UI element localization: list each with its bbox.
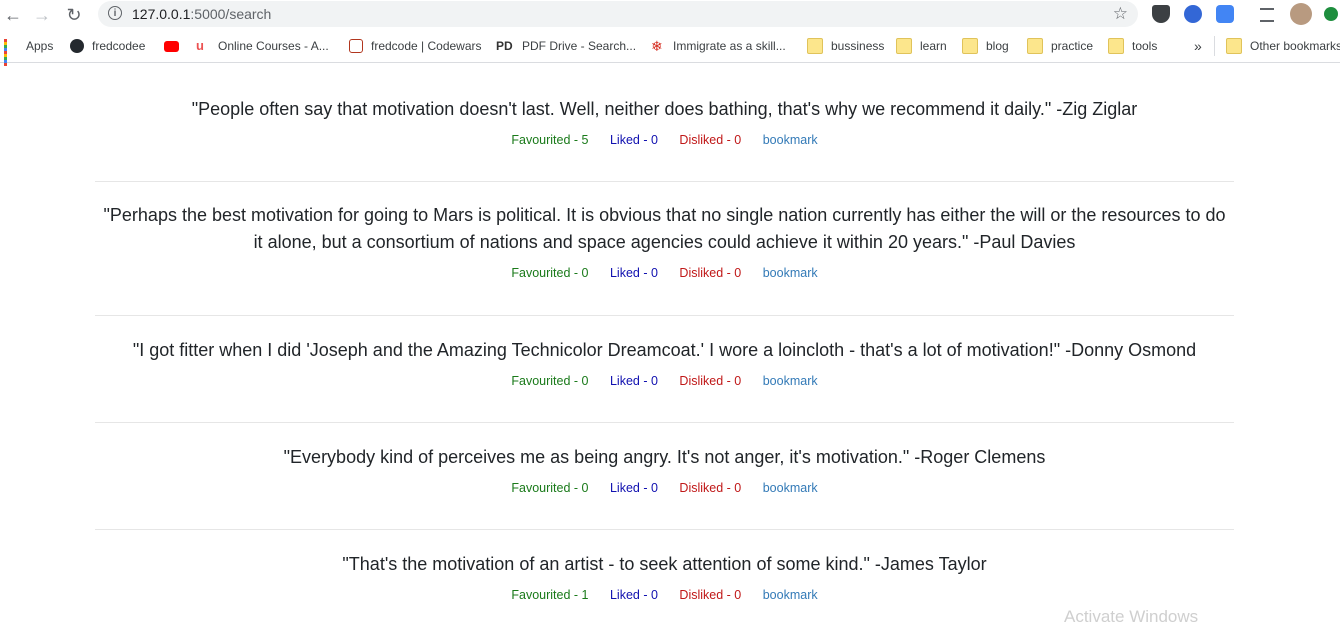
activate-windows-watermark: Activate Windows xyxy=(1064,607,1199,626)
quote-card: "That's the motivation of an artist - to… xyxy=(95,551,1234,602)
quote-text: "I got fitter when I did 'Joseph and the… xyxy=(132,340,1197,360)
bookmark-link[interactable]: bookmark xyxy=(763,588,818,602)
apps-grid-icon xyxy=(4,39,18,66)
bookmark-star-icon[interactable]: ☆ xyxy=(1113,4,1128,24)
quote-text: "Perhaps the best motivation for going t… xyxy=(103,205,1226,252)
folder-icon xyxy=(807,38,823,54)
liked-count[interactable]: Liked - 0 xyxy=(610,133,658,147)
folder-icon xyxy=(1108,38,1124,54)
info-icon[interactable]: i xyxy=(108,6,122,20)
liked-count[interactable]: Liked - 0 xyxy=(610,481,658,495)
disliked-count[interactable]: Disliked - 0 xyxy=(679,266,741,280)
quote-card: "Everybody kind of perceives me as being… xyxy=(95,444,1234,495)
codewars-icon xyxy=(349,39,363,53)
address-bar[interactable]: i 127.0.0.1:5000/search ☆ xyxy=(98,1,1138,27)
quote-stats: Favourited - 0 Liked - 0 Disliked - 0 bo… xyxy=(95,374,1234,388)
bookmark-label: bussiness xyxy=(831,39,885,53)
bookmark-label: fredcodee xyxy=(92,39,146,53)
bookmark-label: tools xyxy=(1132,39,1158,53)
bookmark-label: Immigrate as a skill... xyxy=(673,39,786,53)
bookmark-label: fredcode | Codewars xyxy=(371,39,482,53)
forward-icon[interactable]: → xyxy=(31,4,53,26)
bookmark-apps[interactable]: Apps xyxy=(4,38,54,66)
reload-icon[interactable]: ↻ xyxy=(63,4,85,26)
bookmark-folder-practice[interactable]: practice xyxy=(1027,38,1093,54)
bookmark-pdf-drive[interactable]: PD PDF Drive - Search... xyxy=(496,38,636,54)
bookmark-immigrate[interactable]: ❄ Immigrate as a skill... xyxy=(651,38,786,54)
reading-list-icon[interactable] xyxy=(1260,8,1274,22)
favourited-count[interactable]: Favourited - 0 xyxy=(511,481,588,495)
disliked-count[interactable]: Disliked - 0 xyxy=(679,588,741,602)
quote-text: "People often say that motivation doesn'… xyxy=(191,99,1138,119)
bookmark-link[interactable]: bookmark xyxy=(763,481,818,495)
folder-icon xyxy=(896,38,912,54)
bookmark-other[interactable]: Other bookmarks xyxy=(1226,38,1340,54)
quote-text: "Everybody kind of perceives me as being… xyxy=(283,447,1046,467)
quote-card: "I got fitter when I did 'Joseph and the… xyxy=(95,337,1234,388)
bookmark-label: practice xyxy=(1051,39,1094,53)
bookmark-folder-bussiness[interactable]: bussiness xyxy=(807,38,884,54)
youtube-icon xyxy=(164,40,179,52)
divider xyxy=(95,315,1234,316)
quote-card: "Perhaps the best motivation for going t… xyxy=(95,202,1234,280)
quote-text: "That's the motivation of an artist - to… xyxy=(342,554,987,574)
quote-stats: Favourited - 0 Liked - 0 Disliked - 0 bo… xyxy=(95,481,1234,495)
bookmark-label: Other bookmarks xyxy=(1250,39,1340,53)
browser-toolbar: ← → ↻ i 127.0.0.1:5000/search ☆ xyxy=(0,0,1340,30)
github-icon xyxy=(70,39,84,53)
bookmark-fredcodee[interactable]: fredcodee xyxy=(70,38,145,54)
profile-avatar[interactable] xyxy=(1290,3,1312,25)
bookmark-link[interactable]: bookmark xyxy=(763,133,818,147)
bookmark-folder-blog[interactable]: blog xyxy=(962,38,1009,54)
liked-count[interactable]: Liked - 0 xyxy=(610,374,658,388)
shield-extension-icon[interactable] xyxy=(1152,5,1170,23)
mail-extension-icon[interactable] xyxy=(1216,5,1234,23)
divider xyxy=(95,529,1234,530)
disliked-count[interactable]: Disliked - 0 xyxy=(679,374,741,388)
favourited-count[interactable]: Favourited - 0 xyxy=(511,374,588,388)
bookmark-label: Apps xyxy=(26,39,54,53)
update-icon[interactable] xyxy=(1324,7,1338,21)
quote-stats: Favourited - 1 Liked - 0 Disliked - 0 bo… xyxy=(95,588,1234,602)
disliked-count[interactable]: Disliked - 0 xyxy=(679,133,741,147)
liked-count[interactable]: Liked - 0 xyxy=(610,266,658,280)
favourited-count[interactable]: Favourited - 0 xyxy=(511,266,588,280)
divider xyxy=(95,181,1234,182)
bookmarks-bar: Apps fredcodee u Online Courses - A... f… xyxy=(0,30,1340,66)
url-path: :5000/search xyxy=(190,6,272,22)
bookmark-label: PDF Drive - Search... xyxy=(522,39,637,53)
bookmarks-overflow-button[interactable]: » xyxy=(1194,38,1202,54)
bookmark-label: Online Courses - A... xyxy=(218,39,329,53)
url-host: 127.0.0.1 xyxy=(132,6,191,22)
quote-card: "People often say that motivation doesn'… xyxy=(95,96,1234,147)
bookmarks-divider xyxy=(1214,36,1215,56)
udemy-icon: u xyxy=(196,38,204,53)
bookmark-codewars[interactable]: fredcode | Codewars xyxy=(349,38,482,54)
bookmark-youtube[interactable] xyxy=(164,38,187,54)
back-icon[interactable]: ← xyxy=(2,4,24,26)
bookmark-folder-learn[interactable]: learn xyxy=(896,38,947,54)
bookmark-folder-tools[interactable]: tools xyxy=(1108,38,1157,54)
quote-stats: Favourited - 0 Liked - 0 Disliked - 0 bo… xyxy=(95,266,1234,280)
maple-leaf-icon: ❄ xyxy=(651,38,663,54)
pdfdrive-icon: PD xyxy=(496,39,513,53)
favourited-count[interactable]: Favourited - 1 xyxy=(511,588,588,602)
url-text: 127.0.0.1:5000/search xyxy=(132,6,271,22)
quote-stats: Favourited - 5 Liked - 0 Disliked - 0 bo… xyxy=(95,133,1234,147)
bookmark-label: blog xyxy=(986,39,1009,53)
bookmark-link[interactable]: bookmark xyxy=(763,266,818,280)
divider xyxy=(95,422,1234,423)
bookmark-link[interactable]: bookmark xyxy=(763,374,818,388)
bookmark-online-courses[interactable]: u Online Courses - A... xyxy=(196,38,329,54)
disliked-count[interactable]: Disliked - 0 xyxy=(679,481,741,495)
bookmark-label: learn xyxy=(920,39,947,53)
folder-icon xyxy=(962,38,978,54)
rocket-extension-icon[interactable] xyxy=(1184,5,1202,23)
favourited-count[interactable]: Favourited - 5 xyxy=(511,133,588,147)
folder-icon xyxy=(1226,38,1242,54)
liked-count[interactable]: Liked - 0 xyxy=(610,588,658,602)
folder-icon xyxy=(1027,38,1043,54)
